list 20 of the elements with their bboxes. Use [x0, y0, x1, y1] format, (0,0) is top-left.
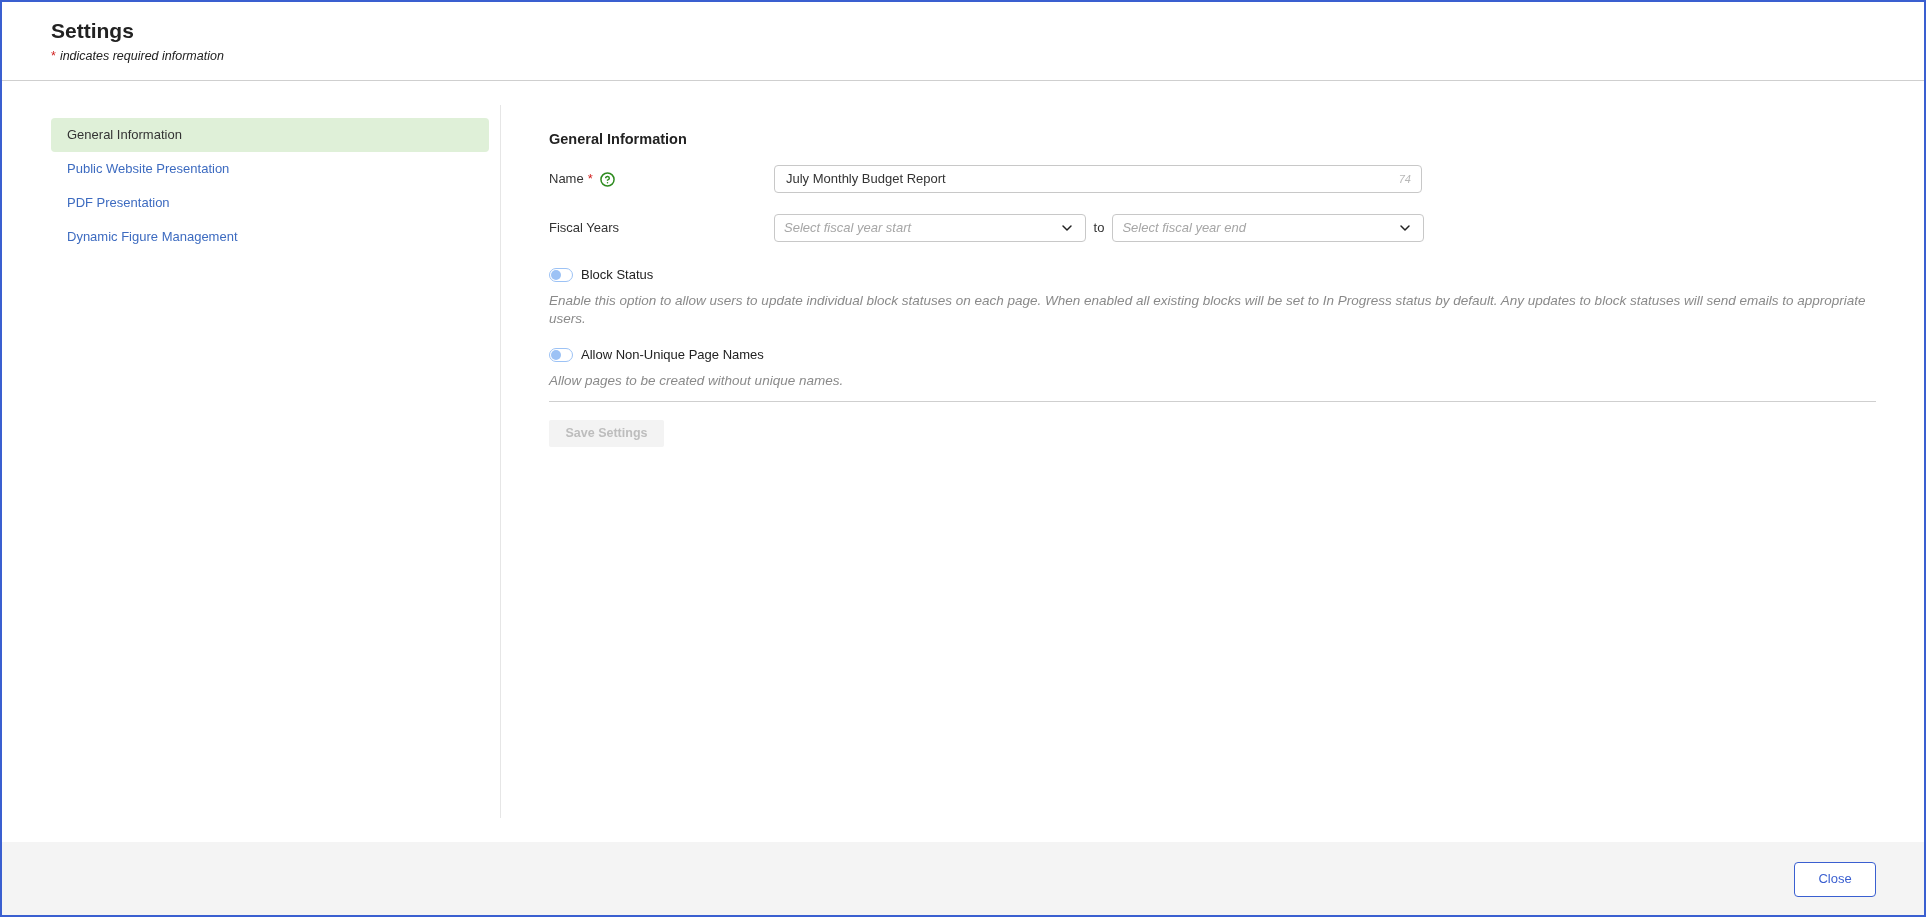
toggle-label: Allow Non-Unique Page Names: [581, 346, 764, 365]
toggle-label: Block Status: [581, 266, 654, 285]
sidebar-item[interactable]: PDF Presentation: [51, 186, 489, 220]
sidebar-item[interactable]: General Information: [51, 118, 489, 152]
range-separator: to: [1093, 219, 1105, 238]
dialog-title: Settings: [51, 20, 134, 42]
section-title: General Information: [549, 130, 687, 149]
sidebar-item[interactable]: Dynamic Figure Management: [51, 220, 489, 254]
character-counter: 74: [1398, 171, 1411, 187]
name-field[interactable]: July Monthly Budget Report 74: [774, 165, 1422, 193]
toggle-switch[interactable]: [549, 268, 573, 282]
field-label: Name *: [549, 170, 593, 189]
field-label: Fiscal Years: [549, 219, 621, 238]
close-button[interactable]: Close: [1794, 861, 1876, 897]
option-description: Allow pages to be created without unique names.: [549, 372, 845, 390]
required-note: * indicates required information: [51, 48, 224, 64]
option-description: Enable this option to allow users to update individual block statuses on each page. When enabled all existing blocks will be set to In Progress status by default. Any updates to block statuses will send emails to appropriate users.: [549, 292, 1867, 328]
help-icon[interactable]: [599, 171, 615, 187]
sidebar-item[interactable]: Public Website Presentation: [51, 152, 489, 186]
toggle-switch[interactable]: [549, 348, 573, 362]
